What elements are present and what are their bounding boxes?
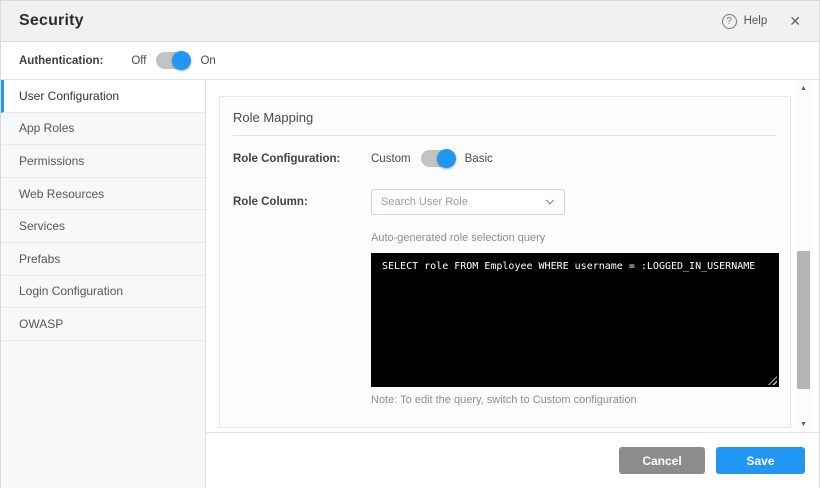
sidebar-item-login-configuration[interactable]: Login Configuration	[1, 276, 205, 309]
role-column-select[interactable]: Search User Role	[371, 189, 565, 215]
role-configuration-row: Role Configuration: Custom Basic	[233, 150, 790, 167]
sidebar-item-prefabs[interactable]: Prefabs	[1, 243, 205, 276]
custom-option-label: Custom	[371, 153, 411, 165]
sidebar: User Configuration App Roles Permissions…	[1, 80, 206, 488]
scroll-up-icon[interactable]: ▲	[796, 83, 811, 95]
sidebar-item-permissions[interactable]: Permissions	[1, 145, 205, 178]
sidebar-item-app-roles[interactable]: App Roles	[1, 113, 205, 146]
help-link[interactable]: Help	[744, 15, 768, 27]
help-icon[interactable]: ?	[722, 14, 737, 29]
query-note: Note: To edit the query, switch to Custo…	[371, 394, 790, 406]
authentication-row: Authentication: Off On	[1, 42, 819, 80]
authentication-off-label: Off	[131, 55, 146, 67]
sidebar-item-services[interactable]: Services	[1, 210, 205, 243]
authentication-label: Authentication:	[19, 55, 103, 67]
header: Security ? Help ✕	[1, 1, 819, 42]
chevron-down-icon	[545, 197, 555, 207]
cancel-button[interactable]: Cancel	[619, 447, 705, 474]
role-column-row: Role Column: Search User Role	[233, 189, 790, 215]
close-icon[interactable]: ✕	[789, 13, 801, 30]
footer: Cancel Save	[206, 432, 819, 488]
sidebar-item-user-configuration[interactable]: User Configuration	[1, 80, 205, 113]
authentication-on-label: On	[200, 55, 215, 67]
authentication-toggle[interactable]	[156, 52, 190, 69]
scrollbar-thumb[interactable]	[797, 251, 810, 389]
role-configuration-toggle[interactable]	[421, 150, 455, 167]
main-content: Role Mapping Role Configuration: Custom …	[206, 80, 819, 488]
sidebar-item-owasp[interactable]: OWASP	[1, 308, 205, 341]
panel-title: Role Mapping	[233, 97, 776, 136]
toggle-knob	[172, 51, 191, 70]
role-query-textarea[interactable]: SELECT role FROM Employee WHERE username…	[371, 253, 779, 387]
sidebar-item-web-resources[interactable]: Web Resources	[1, 178, 205, 211]
scroll-down-icon[interactable]: ▼	[796, 419, 811, 431]
save-button[interactable]: Save	[716, 447, 805, 474]
query-section-label: Auto-generated role selection query	[371, 232, 790, 244]
page-title: Security	[19, 12, 84, 30]
basic-option-label: Basic	[465, 153, 493, 165]
toggle-knob	[437, 149, 456, 168]
role-mapping-panel: Role Mapping Role Configuration: Custom …	[219, 96, 791, 428]
role-column-placeholder: Search User Role	[381, 196, 545, 208]
security-dialog: Security ? Help ✕ Authentication: Off On…	[0, 0, 820, 488]
role-configuration-label: Role Configuration:	[233, 153, 371, 165]
vertical-scrollbar[interactable]: ▲ ▼	[796, 83, 811, 431]
role-column-label: Role Column:	[233, 196, 371, 208]
